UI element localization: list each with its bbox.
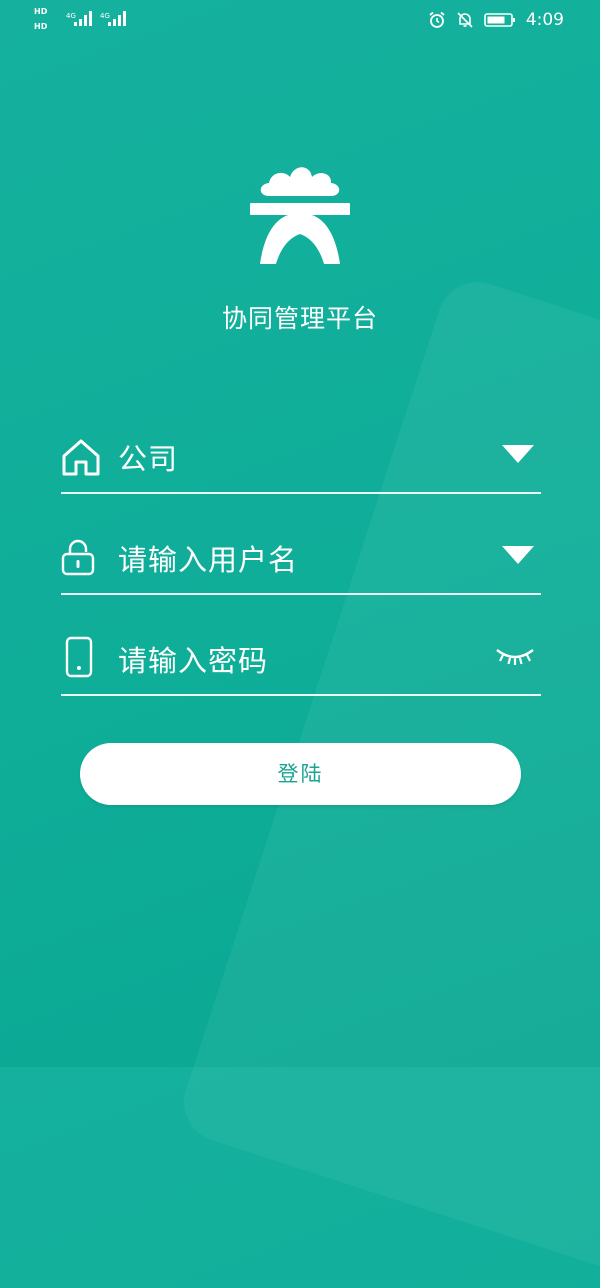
lock-icon xyxy=(61,539,95,576)
eye-closed-icon[interactable] xyxy=(495,646,535,668)
dropdown-triangle-icon[interactable] xyxy=(501,545,535,565)
phone-icon xyxy=(65,636,93,678)
status-bar: HD HD 4G 4G 4:09 xyxy=(0,0,600,40)
username-field[interactable]: 请输入用户名 xyxy=(61,531,541,595)
hd-badge-sim1: HD xyxy=(34,7,48,16)
signal-strength-icon xyxy=(108,11,126,26)
signal-indicators: HD HD 4G 4G xyxy=(34,6,144,34)
company-select[interactable]: 公司 xyxy=(61,430,541,494)
status-right: 4:09 xyxy=(428,10,564,30)
dropdown-triangle-icon[interactable] xyxy=(501,444,535,464)
signal-strength-icon xyxy=(74,11,92,26)
company-label: 公司 xyxy=(118,442,179,476)
login-button[interactable]: 登陆 xyxy=(80,743,521,805)
clock: 4:09 xyxy=(525,10,564,30)
app-title: 协同管理平台 xyxy=(221,304,378,333)
password-placeholder: 请输入密码 xyxy=(118,644,269,678)
alarm-icon xyxy=(429,11,445,28)
username-placeholder: 请输入用户名 xyxy=(118,543,299,577)
app-logo-icon xyxy=(250,167,350,264)
password-field[interactable]: 请输入密码 xyxy=(61,632,541,696)
notifications-off-icon xyxy=(457,12,473,28)
home-icon xyxy=(62,439,100,476)
hd-badge-sim2: HD xyxy=(34,22,48,31)
battery-icon xyxy=(484,13,515,27)
